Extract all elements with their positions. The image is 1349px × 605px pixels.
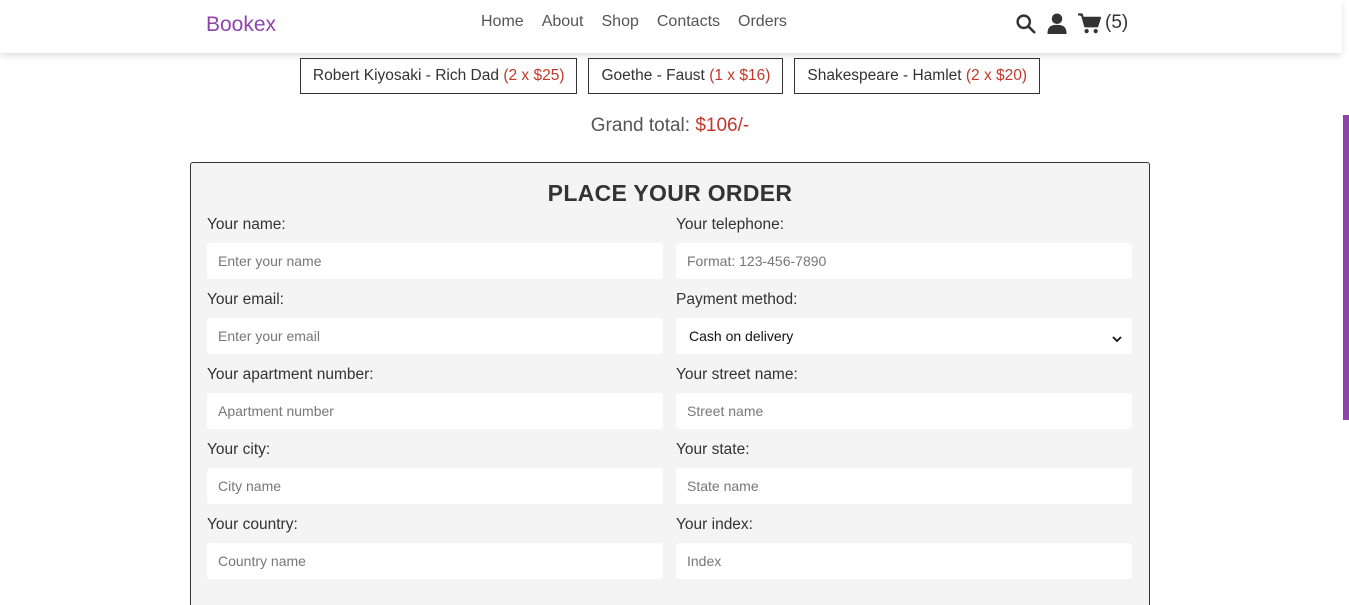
order-item-qty: (1 x $16)	[709, 67, 771, 84]
country-field-group: Your country:	[207, 516, 663, 579]
site-header: Bookex Home About Shop Contacts Orders (…	[0, 0, 1342, 53]
index-field-group: Your index:	[676, 516, 1132, 579]
order-item: Goethe - Faust (1 x $16)	[588, 58, 784, 94]
country-input[interactable]	[207, 543, 663, 579]
grand-total: Grand total: $106/-	[0, 115, 1340, 137]
order-form: PLACE YOUR ORDER Your name: Your telepho…	[190, 162, 1150, 605]
apartment-input[interactable]	[207, 393, 663, 429]
nav-orders[interactable]: Orders	[738, 13, 787, 31]
grand-total-label: Grand total:	[590, 115, 691, 136]
order-item: Robert Kiyosaki - Rich Dad (2 x $25)	[299, 58, 578, 94]
city-label: Your city:	[207, 441, 271, 458]
street-field-group: Your street name:	[676, 366, 1132, 429]
email-field-group: Your email:	[207, 291, 663, 354]
payment-select-wrap: Cash on delivery	[676, 318, 1132, 354]
payment-method-select[interactable]: Cash on delivery	[676, 318, 1132, 354]
street-label: Your street name:	[676, 366, 798, 383]
nav-about[interactable]: About	[542, 13, 584, 31]
state-label: Your state:	[676, 441, 750, 458]
telephone-field-group: Your telephone:	[676, 216, 1132, 279]
street-input[interactable]	[676, 393, 1132, 429]
form-title: PLACE YOUR ORDER	[547, 180, 793, 206]
order-item: Shakespeare - Hamlet (2 x $20)	[794, 58, 1041, 94]
nav-shop[interactable]: Shop	[602, 13, 639, 31]
header-icons: (5)	[1015, 12, 1128, 34]
country-label: Your country:	[207, 516, 298, 533]
brand-logo[interactable]: Bookex	[206, 13, 276, 37]
order-item-title: Goethe - Faust	[601, 67, 705, 84]
index-label: Your index:	[676, 516, 753, 533]
scrollbar-thumb[interactable]	[1343, 115, 1349, 420]
name-field-group: Your name:	[207, 216, 663, 279]
telephone-input[interactable]	[676, 243, 1132, 279]
main-nav: Home About Shop Contacts Orders	[481, 13, 787, 31]
nav-home[interactable]: Home	[481, 13, 524, 31]
city-input[interactable]	[207, 468, 663, 504]
payment-label: Payment method:	[676, 291, 798, 308]
cart-count: (5)	[1105, 12, 1129, 33]
cart-icon	[1078, 12, 1101, 34]
order-item-title: Shakespeare - Hamlet	[807, 67, 962, 84]
cart-button[interactable]: (5)	[1078, 12, 1128, 34]
state-input[interactable]	[676, 468, 1132, 504]
telephone-label: Your telephone:	[676, 216, 785, 233]
search-icon[interactable]	[1015, 13, 1036, 34]
user-icon[interactable]	[1047, 12, 1067, 34]
order-item-qty: (2 x $20)	[965, 67, 1028, 84]
order-summary: Robert Kiyosaki - Rich Dad (2 x $25) Goe…	[0, 58, 1340, 94]
grand-total-amount: $106/-	[695, 115, 750, 136]
order-item-qty: (2 x $25)	[503, 67, 565, 84]
name-label: Your name:	[207, 216, 286, 233]
apartment-label: Your apartment number:	[207, 366, 374, 383]
state-field-group: Your state:	[676, 441, 1132, 504]
order-item-title: Robert Kiyosaki - Rich Dad	[312, 67, 499, 84]
apartment-field-group: Your apartment number:	[207, 366, 663, 429]
city-field-group: Your city:	[207, 441, 663, 504]
name-input[interactable]	[207, 243, 663, 279]
email-input[interactable]	[207, 318, 663, 354]
index-input[interactable]	[676, 543, 1132, 579]
payment-field-group: Payment method: Cash on delivery	[676, 291, 1132, 354]
email-label: Your email:	[207, 291, 284, 308]
nav-contacts[interactable]: Contacts	[657, 13, 720, 31]
